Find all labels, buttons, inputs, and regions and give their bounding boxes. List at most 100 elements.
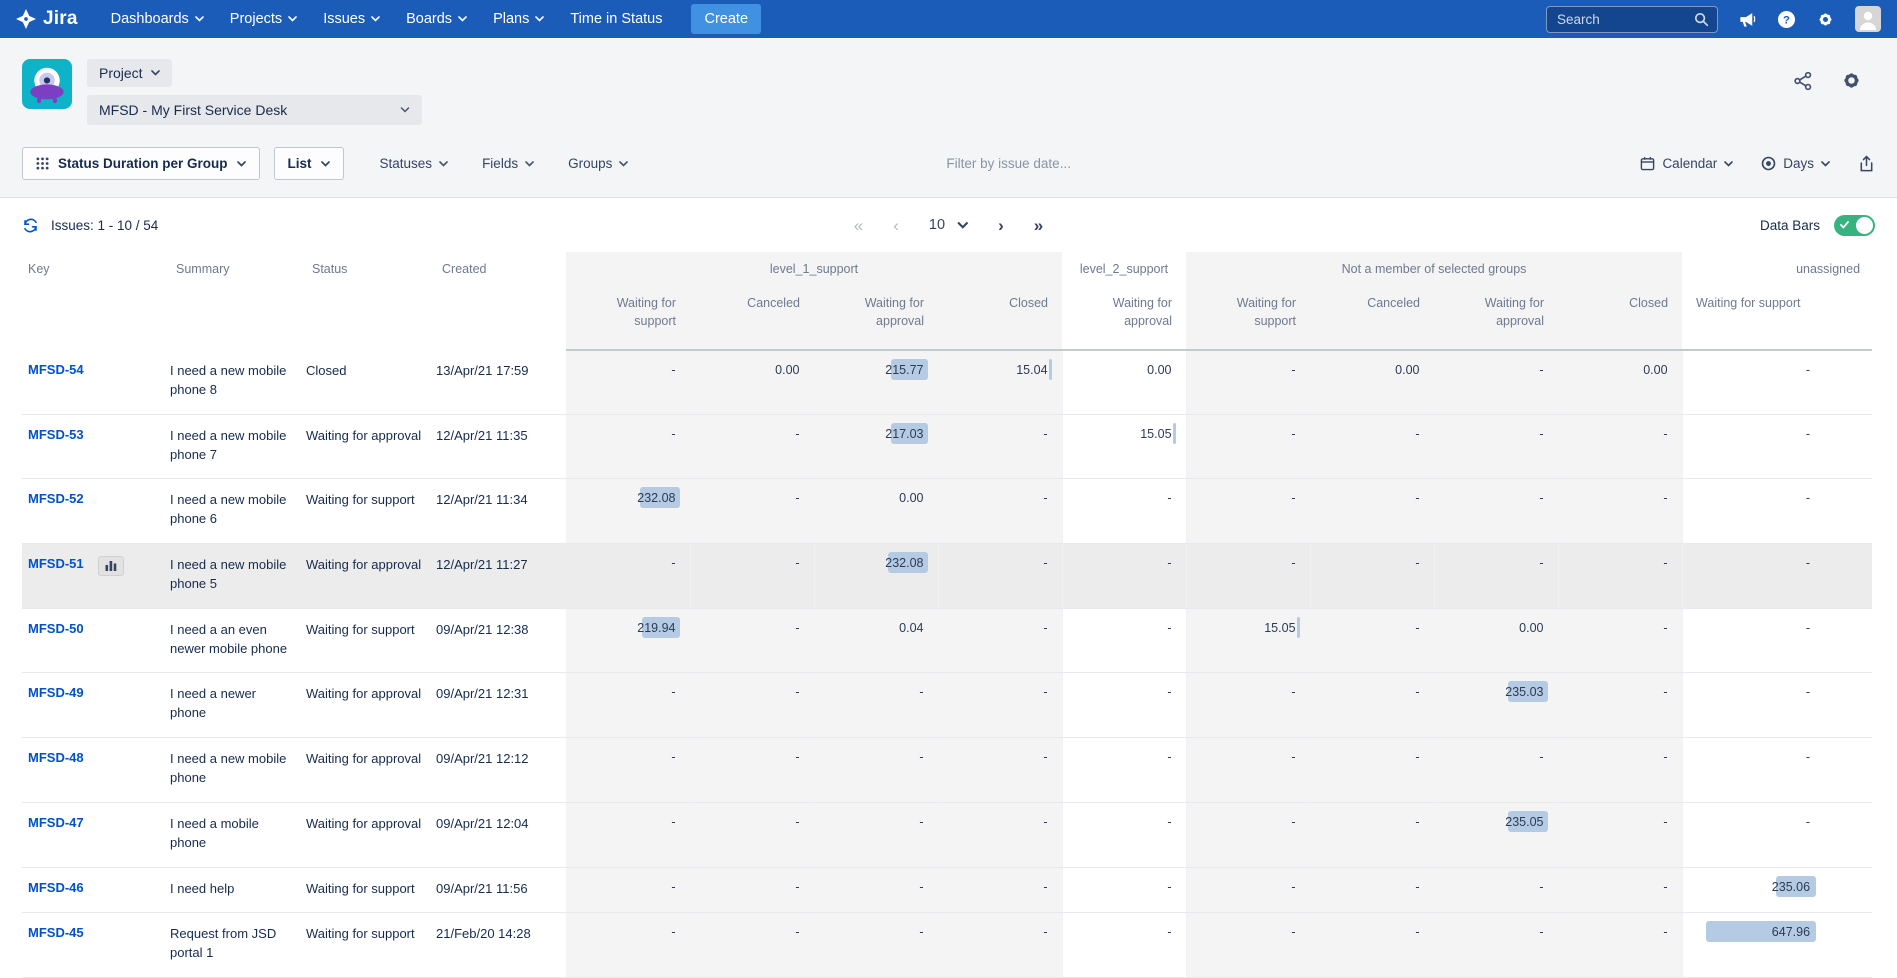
duration-cell: - xyxy=(1310,738,1434,803)
issue-link[interactable]: MFSD-45 xyxy=(28,925,84,940)
created-cell: 12/Apr/21 11:27 xyxy=(436,544,566,609)
brand-text: Jira xyxy=(43,8,78,30)
status-cell: Waiting for support xyxy=(306,867,436,913)
duration-cell: 0.00 xyxy=(814,479,938,544)
column-header-created[interactable]: Created xyxy=(436,252,566,350)
issue-link[interactable]: MFSD-48 xyxy=(28,750,84,765)
nav-item-plans[interactable]: Plans xyxy=(482,5,555,33)
nav-item-dashboards[interactable]: Dashboards xyxy=(100,5,215,33)
project-select[interactable]: MFSD - My First Service Desk xyxy=(87,95,422,125)
issue-link[interactable]: MFSD-54 xyxy=(28,362,84,377)
time-unit-menu[interactable]: Days xyxy=(1761,156,1830,171)
duration-cell: - xyxy=(1682,738,1872,803)
issue-link[interactable]: MFSD-53 xyxy=(28,427,84,442)
chevron-down-icon xyxy=(439,161,448,167)
duration-cell: 15.04 xyxy=(938,350,1062,414)
issue-row-MFSD-48: MFSD-48I need a new mobile phoneWaiting … xyxy=(22,738,1872,803)
duration-cell: - xyxy=(566,673,690,738)
menu-groups[interactable]: Groups xyxy=(568,156,628,171)
export-icon[interactable] xyxy=(1858,155,1875,173)
announcements-icon[interactable] xyxy=(1738,10,1757,29)
duration-cell: - xyxy=(938,867,1062,913)
create-button[interactable]: Create xyxy=(691,4,761,34)
status-cell: Waiting for approval xyxy=(306,673,436,738)
column-header-closed-8[interactable]: Closed xyxy=(1558,288,1682,350)
duration-cell: - xyxy=(1310,608,1434,673)
column-header-key[interactable]: Key xyxy=(22,252,170,350)
summary-cell: Request from JSD portal 1 xyxy=(170,913,306,978)
duration-cell: - xyxy=(690,673,814,738)
issue-link[interactable]: MFSD-49 xyxy=(28,685,84,700)
duration-cell: - xyxy=(1062,738,1186,803)
nav-item-issues[interactable]: Issues xyxy=(312,5,391,33)
project-scope-button[interactable]: Project xyxy=(87,59,172,87)
report-type-button[interactable]: Status Duration per Group xyxy=(22,147,260,180)
duration-cell: 15.05 xyxy=(1062,414,1186,479)
nav-item-label: Dashboards xyxy=(111,11,189,27)
menu-fields[interactable]: Fields xyxy=(482,156,534,171)
view-mode-button[interactable]: List xyxy=(274,147,344,180)
page-size-select[interactable]: 10 xyxy=(929,217,968,233)
issue-link[interactable]: MFSD-47 xyxy=(28,815,84,830)
data-bars-toggle[interactable] xyxy=(1834,215,1875,236)
column-header-canceled-6[interactable]: Canceled xyxy=(1310,288,1434,350)
next-page-button[interactable]: › xyxy=(998,217,1004,234)
refresh-icon[interactable] xyxy=(22,217,39,234)
column-header-waiting-for-approval-7[interactable]: Waiting for approval xyxy=(1434,288,1558,350)
duration-cell: - xyxy=(566,414,690,479)
row-chart-button[interactable] xyxy=(98,556,124,576)
column-header-closed-3[interactable]: Closed xyxy=(938,288,1062,350)
column-header-waiting-for-approval-2[interactable]: Waiting for approval xyxy=(814,288,938,350)
duration-cell: 15.05 xyxy=(1186,608,1310,673)
settings-gear-icon[interactable] xyxy=(1840,69,1863,92)
nav-item-projects[interactable]: Projects xyxy=(219,5,308,33)
duration-cell: - xyxy=(1310,802,1434,867)
issue-row-MFSD-50: MFSD-50I need a an even newer mobile pho… xyxy=(22,608,1872,673)
menu-statuses[interactable]: Statuses xyxy=(380,156,449,171)
key-cell: MFSD-47 xyxy=(22,802,170,867)
duration-cell: 0.04 xyxy=(814,608,938,673)
column-header-waiting-for-support-5[interactable]: Waiting for support xyxy=(1186,288,1310,350)
prev-page-button[interactable]: ‹ xyxy=(893,217,899,234)
duration-cell: 235.05 xyxy=(1434,802,1558,867)
data-bar xyxy=(1297,617,1300,638)
duration-cell: - xyxy=(1558,673,1682,738)
column-header-waiting-for-approval-4[interactable]: Waiting for approval xyxy=(1062,288,1186,350)
created-cell: 09/Apr/21 12:38 xyxy=(436,608,566,673)
table-statusbar: Issues: 1 - 10 / 54 « ‹ 10 › » Data Bars xyxy=(0,198,1897,252)
data-bars-label: Data Bars xyxy=(1760,218,1820,233)
days-unit-icon xyxy=(1761,156,1776,171)
jira-logo[interactable]: Jira xyxy=(16,8,78,30)
issue-date-filter-input[interactable] xyxy=(944,155,1324,172)
issue-link[interactable]: MFSD-51 xyxy=(28,556,84,571)
issue-link[interactable]: MFSD-52 xyxy=(28,491,84,506)
group-header-not-a-member-of-selected-groups: Not a member of selected groups xyxy=(1186,252,1682,288)
help-icon[interactable]: ? xyxy=(1777,10,1796,29)
duration-cell: - xyxy=(814,673,938,738)
calendar-menu[interactable]: Calendar xyxy=(1640,156,1733,171)
issue-link[interactable]: MFSD-46 xyxy=(28,880,84,895)
user-avatar[interactable] xyxy=(1855,6,1881,32)
navbar-search[interactable] xyxy=(1546,6,1718,33)
nav-item-boards[interactable]: Boards xyxy=(395,5,478,33)
duration-cell: - xyxy=(566,802,690,867)
duration-cell: - xyxy=(938,414,1062,479)
column-header-status[interactable]: Status xyxy=(306,252,436,350)
column-header-waiting-for-support-9[interactable]: Waiting for support xyxy=(1682,288,1872,350)
created-cell: 09/Apr/21 12:31 xyxy=(436,673,566,738)
menu-label: Statuses xyxy=(380,156,433,171)
issue-link[interactable]: MFSD-50 xyxy=(28,621,84,636)
column-header-canceled-1[interactable]: Canceled xyxy=(690,288,814,350)
duration-cell: - xyxy=(938,544,1062,609)
admin-gear-icon[interactable] xyxy=(1816,10,1835,29)
first-page-button[interactable]: « xyxy=(854,217,863,234)
nav-item-time-in-status[interactable]: Time in Status xyxy=(559,5,673,33)
column-header-waiting-for-support-0[interactable]: Waiting for support xyxy=(566,288,690,350)
share-icon[interactable] xyxy=(1792,70,1814,92)
svg-text:?: ? xyxy=(1783,14,1790,26)
search-input[interactable] xyxy=(1555,11,1694,28)
last-page-button[interactable]: » xyxy=(1034,217,1043,234)
created-cell: 21/Feb/20 14:28 xyxy=(436,913,566,978)
created-cell: 09/Apr/21 12:04 xyxy=(436,802,566,867)
column-header-summary[interactable]: Summary xyxy=(170,252,306,350)
